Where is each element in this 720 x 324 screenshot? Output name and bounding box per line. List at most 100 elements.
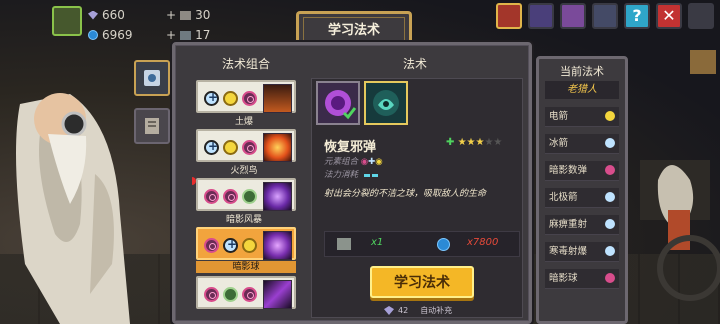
gem-icon	[384, 306, 394, 315]
settings-icon[interactable]	[688, 3, 714, 29]
combo-label: 暗影风暴	[225, 215, 262, 225]
dark-element-icon	[605, 165, 615, 175]
combo-list[interactable]: 土爆 火烈鸟 暗影风暴	[192, 79, 296, 324]
coin-cost-icon	[437, 238, 450, 251]
dark-element-icon	[242, 140, 257, 155]
current-spells-title: 当前法术	[560, 65, 604, 78]
combo-item[interactable]: 土爆	[192, 79, 296, 127]
tab-spell-book[interactable]	[134, 60, 170, 96]
shadow-storm-art	[263, 182, 292, 211]
spell-rating: ✚ ★★★★★	[446, 137, 503, 148]
plus-element-icon	[204, 139, 219, 155]
tab-learn-spell[interactable]: 学习法术	[296, 11, 412, 43]
combo-label: 火烈鸟	[230, 166, 258, 176]
top-icon-bar: ? ✕	[496, 3, 714, 29]
learn-spell-button-label: 学习法术	[394, 275, 450, 291]
current-spell-name: 北极箭	[549, 192, 578, 203]
element-combo-label: 元素组合	[324, 157, 359, 167]
mana-cost-label: 法力消耗	[324, 170, 359, 180]
current-spell-item[interactable]: 电箭	[545, 107, 619, 127]
learn-spell-dialog: 法术组合 法术 土爆 火烈鸟	[172, 42, 532, 324]
gem-icon	[88, 10, 98, 20]
coin-count: 6969	[102, 28, 133, 42]
spell-description: 射出会分裂的不洁之球，吸取敌人的生命	[324, 189, 487, 199]
current-spell-name: 暗影球	[549, 273, 578, 284]
lightning-element-icon	[223, 91, 238, 106]
gem-count: 660	[102, 8, 125, 22]
tab-learn-spell-label: 学习法术	[327, 23, 380, 38]
current-spell-name: 寒毒射爆	[549, 246, 588, 257]
lightning-element-icon	[223, 140, 238, 155]
spell-slot-2-selected[interactable]	[364, 81, 408, 125]
diamond-icon[interactable]	[592, 3, 618, 29]
current-spell-item[interactable]: 北极箭	[545, 188, 619, 208]
combo-item-selected[interactable]: 暗影球	[192, 226, 296, 274]
plus-element-icon	[223, 237, 238, 253]
current-spell-item[interactable]: 麻痹重射	[545, 215, 619, 235]
player-avatar[interactable]	[52, 6, 82, 36]
spell-header: 法术	[402, 57, 427, 71]
earth-burst-art	[263, 84, 292, 113]
material-icon	[180, 10, 192, 20]
plus-element-icon	[605, 138, 615, 148]
current-spell-item[interactable]: 冰箭	[545, 134, 619, 154]
dark-element-icon	[204, 238, 219, 253]
character-name: 老猎人	[545, 81, 619, 99]
plus-element-icon	[605, 219, 615, 229]
current-spell-name: 麻痹重射	[549, 219, 588, 230]
mana-cost-row: 法力消耗	[324, 168, 378, 180]
cost-bar: x1 x7800	[324, 231, 520, 257]
gem-counter: 660	[88, 8, 125, 22]
plus-element-icon	[605, 246, 615, 256]
flamingo-art	[263, 133, 292, 162]
material-icon	[180, 30, 192, 40]
spell-detail-panel: 恢复邪弹 ✚ ★★★★★ 元素组合 ◉✚◉ 法力消耗 射出会分裂的不洁之球，吸取…	[311, 78, 523, 318]
scroll-icon	[145, 118, 159, 134]
nature-element-icon	[242, 189, 257, 204]
current-spell-item[interactable]: 暗影数弹	[545, 161, 619, 181]
shadow-orb-icon	[325, 90, 357, 120]
material-cost-icon	[337, 238, 351, 250]
material-cost-amount: x1	[371, 237, 384, 248]
combo-label: 土爆	[234, 117, 253, 127]
dark-element-icon	[204, 287, 219, 302]
auto-refill[interactable]: 42 自动补充	[384, 305, 452, 316]
refill-count: 42	[398, 306, 409, 315]
tab-scroll[interactable]	[134, 108, 170, 144]
spellbook-icon	[144, 70, 160, 86]
combo-item[interactable]	[192, 275, 296, 323]
combo-header: 法术组合	[221, 57, 270, 71]
current-spells-panel: 当前法术 老猎人 电箭 冰箭 暗影数弹 北极箭 麻痹重射 寒毒射爆 暗影球	[536, 56, 628, 324]
dark-element-icon	[242, 287, 257, 302]
dark-slash-art	[263, 280, 292, 309]
refill-label: 自动补充	[420, 306, 453, 315]
combo-item[interactable]: 暗影风暴	[192, 177, 296, 225]
lightning-element-icon	[605, 111, 615, 121]
current-spell-name: 电箭	[549, 111, 569, 122]
gift-icon[interactable]	[496, 3, 522, 29]
resource-hud: 660 6969 + 30 + 17	[52, 6, 222, 46]
current-spell-item[interactable]: 暗影球	[545, 269, 619, 289]
current-spell-name: 暗影数弹	[549, 165, 588, 176]
learn-spell-button[interactable]: 学习法术	[370, 266, 474, 298]
plus-element-icon	[605, 192, 615, 202]
coin-icon	[88, 30, 98, 40]
current-spell-item[interactable]: 寒毒射爆	[545, 242, 619, 262]
sage-character	[16, 93, 130, 324]
help-icon[interactable]: ?	[624, 3, 650, 29]
coin-counter: 6969	[88, 28, 133, 42]
dark-element-icon	[242, 91, 257, 106]
chest-icon[interactable]	[560, 3, 586, 29]
gem-shop-icon[interactable]	[528, 3, 554, 29]
shadow-orb-art	[263, 231, 292, 260]
combo-item[interactable]: 火烈鸟	[192, 128, 296, 176]
material-b-count: 17	[195, 28, 211, 42]
element-combo-row: 元素组合 ◉✚◉	[324, 157, 383, 167]
spell-name: 恢复邪弹	[324, 140, 377, 155]
close-icon[interactable]: ✕	[656, 3, 682, 29]
plus-element-icon	[204, 90, 219, 106]
dark-element-icon	[605, 273, 615, 283]
spell-slot-1[interactable]	[316, 81, 360, 125]
restore-bolt-icon	[373, 90, 399, 116]
current-spell-name: 冰箭	[549, 138, 569, 149]
